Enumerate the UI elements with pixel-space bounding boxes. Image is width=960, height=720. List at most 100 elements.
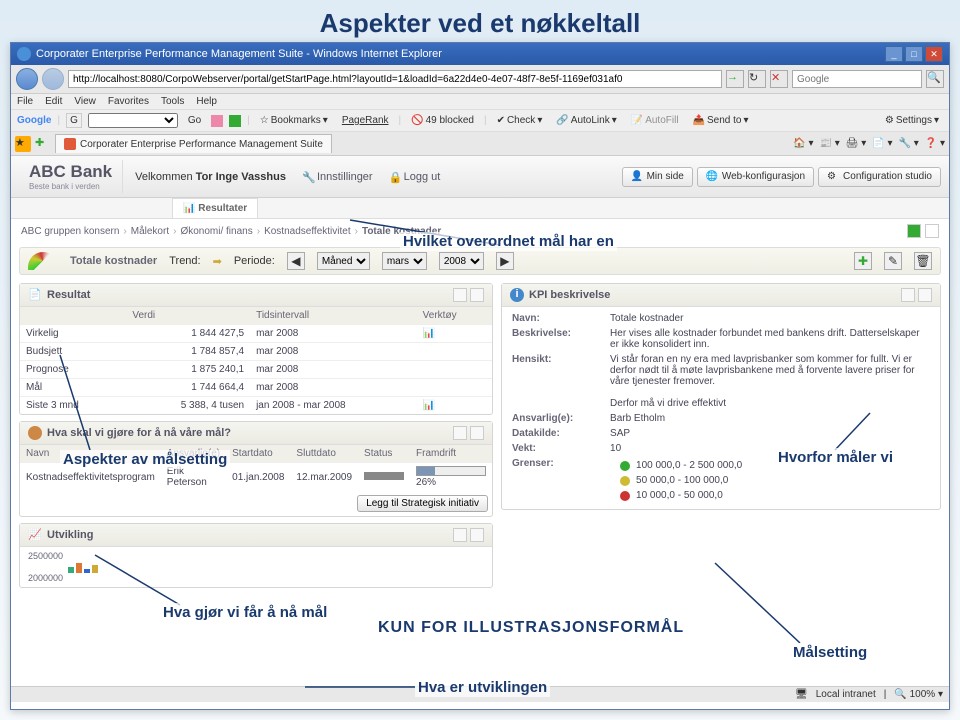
label: Datakilde: bbox=[512, 428, 602, 439]
kpi-datakilde: SAP bbox=[610, 428, 930, 439]
gear-icon: ⚙ bbox=[827, 171, 839, 183]
add-initiative-button[interactable]: Legg til Strategisk initiativ bbox=[357, 495, 488, 512]
configstudio-button[interactable]: ⚙Configuration studio bbox=[818, 167, 941, 187]
menu-tools[interactable]: Tools bbox=[161, 96, 184, 107]
crumb-4[interactable]: Kostnadseffektivitet bbox=[264, 226, 351, 237]
print-icon[interactable]: 🖨 ▾ bbox=[846, 138, 867, 149]
minimize-button[interactable]: _ bbox=[885, 46, 903, 62]
panel-collapse-icon[interactable] bbox=[470, 426, 484, 440]
autolink-button[interactable]: 🔗 AutoLink ▾ bbox=[552, 114, 620, 127]
table-row: Prognose1 875 240,1mar 2008 bbox=[20, 361, 492, 379]
menu-view[interactable]: View bbox=[74, 96, 96, 107]
favorites-icon[interactable]: ★ bbox=[15, 136, 31, 152]
excel-icon[interactable] bbox=[907, 224, 921, 238]
kpi-grenser: 100 000,0 - 2 500 000,0 50 000,0 - 100 0… bbox=[610, 458, 930, 503]
search-button[interactable]: 🔍 bbox=[926, 70, 944, 88]
maximize-button[interactable]: □ bbox=[905, 46, 923, 62]
add-icon[interactable]: ✚ bbox=[854, 252, 872, 270]
google-icon-2[interactable] bbox=[229, 115, 241, 127]
panel-edit-icon[interactable] bbox=[453, 288, 467, 302]
settings-link[interactable]: 🔧Innstillinger bbox=[302, 171, 373, 183]
autofill-button[interactable]: 📝 AutoFill bbox=[627, 114, 683, 127]
google-icon-1[interactable] bbox=[211, 115, 223, 127]
month-select[interactable]: mars bbox=[382, 252, 427, 270]
year-select[interactable]: 2008 bbox=[439, 252, 484, 270]
panel-edit-icon[interactable] bbox=[453, 426, 467, 440]
label: Navn: bbox=[512, 313, 602, 324]
pagerank[interactable]: PageRank bbox=[338, 114, 393, 127]
period-prev[interactable]: ◀ bbox=[287, 252, 305, 270]
menu-file[interactable]: File bbox=[17, 96, 33, 107]
feed-icon[interactable]: 📰 ▾ bbox=[820, 138, 840, 149]
webconfig-button[interactable]: 🌐Web-konfigurasjon bbox=[697, 167, 814, 187]
tab-resultater[interactable]: 📊 Resultater bbox=[172, 198, 258, 218]
panel-edit-icon[interactable] bbox=[453, 528, 467, 542]
label: Hensikt: bbox=[512, 354, 602, 409]
panel-collapse-icon[interactable] bbox=[470, 288, 484, 302]
panel-collapse-icon[interactable] bbox=[470, 528, 484, 542]
utvikling-title: Utvikling bbox=[47, 529, 93, 541]
period-next[interactable]: ▶ bbox=[496, 252, 514, 270]
document-icon: 📄 bbox=[28, 288, 42, 302]
edit-icon[interactable]: ✎ bbox=[884, 252, 902, 270]
status-bar: 🖥 Local intranet | 🔍 100% ▾ bbox=[11, 686, 949, 702]
search-input[interactable] bbox=[792, 70, 922, 88]
home-icon[interactable]: 🏠 ▾ bbox=[793, 138, 813, 149]
lock-icon: 🔒 bbox=[389, 171, 401, 183]
print-page-icon[interactable] bbox=[925, 224, 939, 238]
app-content: ABC Bank Beste bank i verden Velkommen T… bbox=[11, 156, 949, 702]
crumb-1[interactable]: ABC gruppen konsern bbox=[21, 226, 119, 237]
ie-icon bbox=[17, 47, 31, 61]
add-fav-icon[interactable]: ✚ bbox=[35, 136, 51, 152]
crumb-3[interactable]: Økonomi/ finans bbox=[180, 226, 252, 237]
tool-icon[interactable]: 📊 bbox=[417, 397, 492, 415]
close-button[interactable]: ✕ bbox=[925, 46, 943, 62]
panel-collapse-icon[interactable] bbox=[918, 288, 932, 302]
menu-edit[interactable]: Edit bbox=[45, 96, 62, 107]
dot-yellow-icon bbox=[620, 476, 630, 486]
blocked-button[interactable]: 🚫 49 blocked bbox=[407, 114, 478, 127]
crumb-2[interactable]: Målekort bbox=[131, 226, 169, 237]
table-row: KostnadseffektivitetsprogramErik Peterso… bbox=[20, 463, 492, 492]
back-button[interactable] bbox=[16, 68, 38, 90]
status-zoom[interactable]: 🔍 100% ▾ bbox=[894, 689, 943, 700]
table-row: Virkelig1 844 427,5mar 2008📊 bbox=[20, 325, 492, 343]
menu-help[interactable]: Help bbox=[196, 96, 217, 107]
browser-tab[interactable]: Corporater Enterprise Performance Manage… bbox=[55, 134, 332, 153]
refresh-button[interactable]: ↻ bbox=[748, 70, 766, 88]
delete-icon[interactable]: 🗑 bbox=[914, 252, 932, 270]
app-header: ABC Bank Beste bank i verden Velkommen T… bbox=[11, 156, 949, 198]
bookmarks-button[interactable]: ☆ Bookmarks ▾ bbox=[256, 114, 332, 127]
window-title: Corporater Enterprise Performance Manage… bbox=[36, 48, 442, 60]
titlebar: Corporater Enterprise Performance Manage… bbox=[11, 43, 949, 65]
interval-select[interactable]: Måned bbox=[317, 252, 370, 270]
help-icon[interactable]: ❓ ▾ bbox=[925, 138, 945, 149]
stop-button[interactable]: ✕ bbox=[770, 70, 788, 88]
url-input[interactable] bbox=[68, 70, 722, 88]
google-search-select[interactable] bbox=[88, 113, 178, 128]
tools-icon[interactable]: 🔧 ▾ bbox=[899, 138, 919, 149]
table-row: Siste 3 mnd5 388, 4 tusenjan 2008 - mar … bbox=[20, 397, 492, 415]
settings-button[interactable]: ⚙ Settings ▾ bbox=[881, 114, 943, 127]
tool-icon[interactable]: 📊 bbox=[417, 325, 492, 343]
logout-link[interactable]: 🔒Logg ut bbox=[389, 171, 441, 183]
slide-title: Aspekter ved et nøkkeltall bbox=[0, 8, 960, 39]
forward-button[interactable] bbox=[42, 68, 64, 90]
kpi-vekt: 10 bbox=[610, 443, 930, 454]
menu-favorites[interactable]: Favorites bbox=[108, 96, 149, 107]
menubar: File Edit View Favorites Tools Help bbox=[11, 94, 949, 110]
tab-bar: ★ ✚ Corporater Enterprise Performance Ma… bbox=[11, 132, 949, 156]
panel-edit-icon[interactable] bbox=[901, 288, 915, 302]
goals-title: Hva skal vi gjøre for å nå våre mål? bbox=[47, 427, 231, 439]
minside-button[interactable]: 👤Min side bbox=[622, 167, 693, 187]
resultat-panel: 📄 Resultat Verdi Tidsintervall Verktøy bbox=[19, 283, 493, 415]
page-icon[interactable]: 📄 ▾ bbox=[872, 138, 892, 149]
goals-panel: Hva skal vi gjøre for å nå våre mål? Nav… bbox=[19, 421, 493, 517]
go-button[interactable]: → bbox=[726, 70, 744, 88]
sendto-button[interactable]: 📤 Send to ▾ bbox=[689, 114, 753, 127]
google-go[interactable]: Go bbox=[184, 114, 205, 127]
check-button[interactable]: ✔ Check ▾ bbox=[493, 114, 547, 127]
gauge-icon bbox=[28, 252, 58, 270]
kpi-ansvarlig: Barb Etholm bbox=[610, 413, 930, 424]
label: Grenser: bbox=[512, 458, 602, 503]
